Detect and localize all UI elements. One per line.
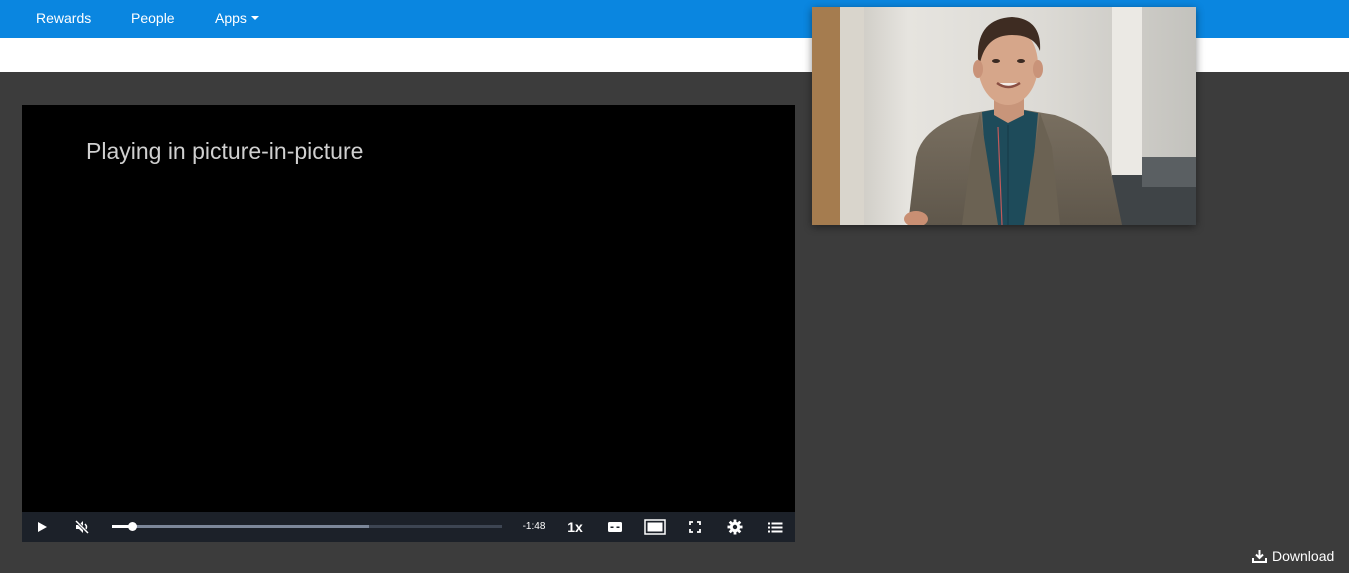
nav-item-apps[interactable]: Apps (215, 0, 259, 38)
download-link[interactable]: Download (1252, 546, 1334, 566)
fullscreen-icon (689, 521, 701, 533)
presenter-video-frame (812, 7, 1196, 225)
playback-speed-label: 1x (567, 519, 583, 535)
theater-mode-icon (644, 519, 666, 535)
playlist-icon (767, 522, 782, 532)
progress-handle[interactable] (127, 522, 137, 531)
nav-item-rewards[interactable]: Rewards (36, 0, 91, 38)
pip-status-message: Playing in picture-in-picture (86, 138, 364, 164)
progress-buffered (112, 525, 370, 528)
playlist-button[interactable] (762, 512, 788, 542)
play-button[interactable] (30, 512, 54, 542)
nav-item-people[interactable]: People (131, 0, 175, 38)
time-remaining: -1:48 (522, 521, 546, 532)
pip-video-window[interactable] (812, 7, 1196, 225)
mute-button[interactable] (70, 512, 94, 542)
nav-item-apps-label: Apps (215, 10, 247, 26)
download-label: Download (1272, 548, 1335, 564)
caret-down-icon (250, 16, 259, 21)
playback-speed-button[interactable]: 1x (562, 512, 588, 542)
progress-bar[interactable] (112, 522, 502, 531)
theater-mode-button[interactable] (641, 512, 669, 542)
settings-icon (727, 519, 743, 535)
player-control-bar: -1:48 1x (22, 512, 795, 542)
settings-button[interactable] (722, 512, 748, 542)
download-icon (1252, 550, 1267, 563)
video-player[interactable]: Playing in picture-in-picture -1:48 1x (22, 105, 795, 542)
play-icon (38, 522, 47, 532)
mute-icon (74, 519, 90, 535)
captions-button[interactable] (602, 512, 628, 542)
captions-icon (608, 522, 622, 532)
fullscreen-button[interactable] (682, 512, 708, 542)
